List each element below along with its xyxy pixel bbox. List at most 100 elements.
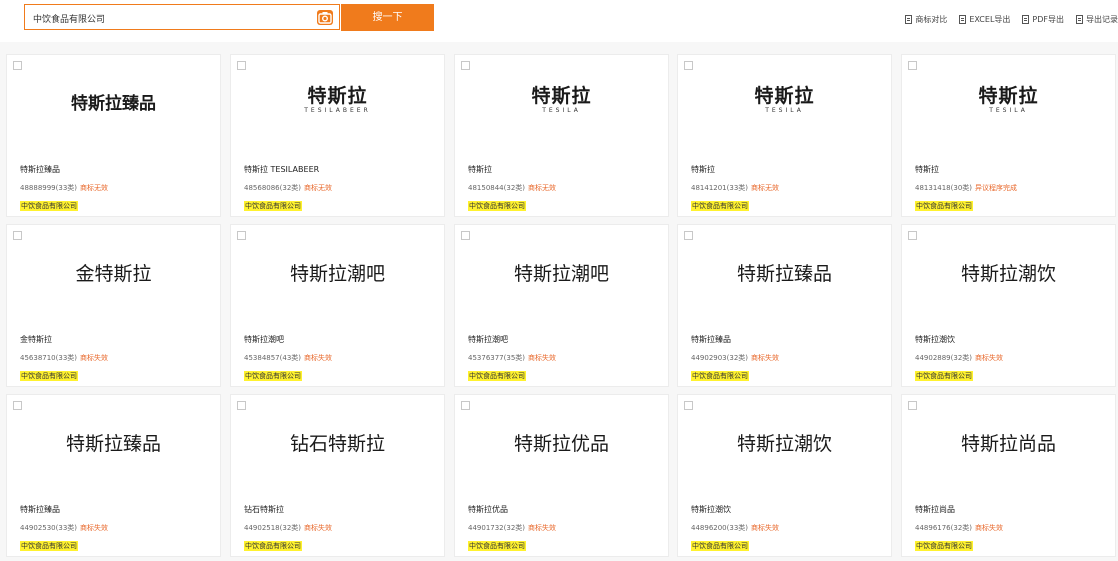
search-box: [24, 4, 340, 30]
trademark-name: 特斯拉: [915, 165, 939, 174]
status-badge: 商标无效: [751, 184, 779, 192]
trademark-logo-text: 特斯拉: [978, 85, 1039, 107]
owner-company: 中饮食品有限公司: [468, 201, 526, 211]
tool-pdf-export[interactable]: PDF导出: [1022, 12, 1064, 26]
trademark-meta: 48150844(32类) 商标无效: [468, 183, 663, 193]
trademark-card[interactable]: 特斯拉潮吧 特斯拉潮吧 45384857(43类) 商标失效 中饮食品有限公司: [230, 224, 445, 387]
select-checkbox[interactable]: [13, 231, 22, 240]
trademark-image-text: 特斯拉优品: [513, 433, 609, 455]
trademark-logo: 特斯拉 TESILA: [678, 85, 891, 115]
trademark-logo-subtext: TESILABEER: [304, 107, 371, 114]
trademark-image-text: 特斯拉潮饮: [736, 433, 832, 455]
trademark-info: 特斯拉 48141201(33类) 商标无效 中饮食品有限公司: [691, 164, 886, 212]
trademark-card[interactable]: 特斯拉臻品 特斯拉臻品 44902903(32类) 商标失效 中饮食品有限公司: [677, 224, 892, 387]
trademark-name: 特斯拉 TESILABEER: [244, 165, 320, 174]
tool-excel-export[interactable]: EXCEL导出: [959, 12, 1010, 26]
registration-number: 44902530(33类): [20, 524, 77, 532]
select-checkbox[interactable]: [13, 401, 22, 410]
registration-number: 48888999(33类): [20, 184, 77, 192]
select-checkbox[interactable]: [684, 401, 693, 410]
trademark-card[interactable]: 特斯拉尚品 特斯拉尚品 44896176(32类) 商标失效 中饮食品有限公司: [901, 394, 1116, 557]
select-checkbox[interactable]: [908, 231, 917, 240]
trademark-image-text: 特斯拉潮吧: [513, 263, 609, 285]
trademark-card[interactable]: 特斯拉 TESILABEER 特斯拉 TESILABEER 48568086(32类)…: [230, 54, 445, 217]
trademark-logo-subtext: TESILA: [989, 107, 1028, 114]
camera-search-button[interactable]: [317, 10, 333, 25]
trademark-card[interactable]: 特斯拉 TESILA 特斯拉 48131418(30类) 异议程序完成 中饮食品有限公司: [901, 54, 1116, 217]
trademark-meta: 44896200(33类) 商标失效: [691, 523, 886, 533]
trademark-card[interactable]: 特斯拉臻品 特斯拉臻品 44902530(33类) 商标失效 中饮食品有限公司: [6, 394, 221, 557]
status-badge: 商标失效: [751, 354, 779, 362]
status-badge: 商标失效: [528, 354, 556, 362]
trademark-card[interactable]: 特斯拉臻品 特斯拉臻品 48888999(33类) 商标无效 中饮食品有限公司: [6, 54, 221, 217]
owner-company: 中饮食品有限公司: [244, 201, 302, 211]
top-bar: 搜一下 商标对比 EXCEL导出 PDF导出 导出记录: [0, 0, 1118, 42]
trademark-info: 特斯拉 TESILABEER 48568086(32类) 商标无效 中饮食品有限公司: [244, 164, 439, 212]
registration-number: 44902518(32类): [244, 524, 301, 532]
tool-label: 商标对比: [915, 14, 948, 24]
search-input[interactable]: [33, 11, 303, 25]
trademark-meta: 48888999(33类) 商标无效: [20, 183, 215, 193]
select-checkbox[interactable]: [908, 61, 917, 70]
trademark-card[interactable]: 特斯拉 TESILA 特斯拉 48150844(32类) 商标无效 中饮食品有限公司: [454, 54, 669, 217]
tool-label: EXCEL导出: [969, 14, 1011, 24]
tool-compare[interactable]: 商标对比: [905, 12, 947, 26]
select-checkbox[interactable]: [461, 401, 470, 410]
select-checkbox[interactable]: [908, 401, 917, 410]
trademark-meta: 44902530(33类) 商标失效: [20, 523, 215, 533]
select-checkbox[interactable]: [684, 61, 693, 70]
tool-label: 导出记录: [1086, 14, 1118, 24]
toolbar: 商标对比 EXCEL导出 PDF导出 导出记录: [893, 12, 1118, 26]
trademark-card[interactable]: 特斯拉潮饮 特斯拉潮饮 44902889(32类) 商标失效 中饮食品有限公司: [901, 224, 1116, 387]
select-checkbox[interactable]: [237, 231, 246, 240]
registration-number: 44902903(32类): [691, 354, 748, 362]
owner-company: 中饮食品有限公司: [20, 541, 78, 551]
trademark-info: 特斯拉臻品 44902903(32类) 商标失效 中饮食品有限公司: [691, 334, 886, 382]
select-checkbox[interactable]: [461, 61, 470, 70]
trademark-card[interactable]: 特斯拉 TESILA 特斯拉 48141201(33类) 商标无效 中饮食品有限公司: [677, 54, 892, 217]
trademark-meta: 44902518(32类) 商标失效: [244, 523, 439, 533]
owner-company: 中饮食品有限公司: [691, 201, 749, 211]
trademark-name: 特斯拉潮吧: [468, 335, 508, 344]
trademark-name: 特斯拉优品: [468, 505, 508, 514]
trademark-card[interactable]: 钻石特斯拉 钻石特斯拉 44902518(32类) 商标失效 中饮食品有限公司: [230, 394, 445, 557]
select-checkbox[interactable]: [237, 401, 246, 410]
trademark-meta: 48131418(30类) 异议程序完成: [915, 183, 1110, 193]
excel-icon: [959, 14, 967, 24]
trademark-info: 特斯拉潮饮 44902889(32类) 商标失效 中饮食品有限公司: [915, 334, 1110, 382]
trademark-image-text: 钻石特斯拉: [289, 433, 385, 455]
owner-company: 中饮食品有限公司: [468, 541, 526, 551]
trademark-name: 特斯拉潮饮: [915, 335, 955, 344]
status-badge: 商标失效: [975, 354, 1003, 362]
trademark-image-text: 特斯拉尚品: [960, 433, 1056, 455]
trademark-logo-subtext: TESILA: [542, 107, 581, 114]
registration-number: 48568086(32类): [244, 184, 301, 192]
tool-export-record[interactable]: 导出记录: [1076, 12, 1118, 26]
trademark-name: 钻石特斯拉: [244, 505, 284, 514]
select-checkbox[interactable]: [684, 231, 693, 240]
status-badge: 商标无效: [528, 184, 556, 192]
trademark-meta: 48568086(32类) 商标无效: [244, 183, 439, 193]
owner-company: 中饮食品有限公司: [915, 371, 973, 381]
status-badge: 商标无效: [304, 184, 332, 192]
trademark-card[interactable]: 金特斯拉 金特斯拉 45638710(33类) 商标失效 中饮食品有限公司: [6, 224, 221, 387]
status-badge: 商标失效: [304, 354, 332, 362]
trademark-logo-subtext: TESILA: [765, 107, 804, 114]
trademark-logo-text: 特斯拉: [307, 85, 368, 107]
search-button[interactable]: 搜一下: [341, 4, 434, 31]
owner-company: 中饮食品有限公司: [20, 371, 78, 381]
tool-label: PDF导出: [1032, 14, 1064, 24]
trademark-card[interactable]: 特斯拉潮吧 特斯拉潮吧 45376377(35类) 商标失效 中饮食品有限公司: [454, 224, 669, 387]
select-checkbox[interactable]: [13, 61, 22, 70]
trademark-card[interactable]: 特斯拉潮饮 特斯拉潮饮 44896200(33类) 商标失效 中饮食品有限公司: [677, 394, 892, 557]
trademark-name: 特斯拉臻品: [20, 165, 60, 174]
trademark-info: 特斯拉臻品 44902530(33类) 商标失效 中饮食品有限公司: [20, 504, 215, 552]
trademark-image-text: 特斯拉臻品: [71, 94, 156, 114]
trademark-card[interactable]: 特斯拉优品 特斯拉优品 44901732(32类) 商标失效 中饮食品有限公司: [454, 394, 669, 557]
trademark-image-text: 特斯拉潮饮: [960, 263, 1056, 285]
trademark-name: 金特斯拉: [20, 335, 52, 344]
select-checkbox[interactable]: [237, 61, 246, 70]
trademark-meta: 44902903(32类) 商标失效: [691, 353, 886, 363]
select-checkbox[interactable]: [461, 231, 470, 240]
owner-company: 中饮食品有限公司: [468, 371, 526, 381]
